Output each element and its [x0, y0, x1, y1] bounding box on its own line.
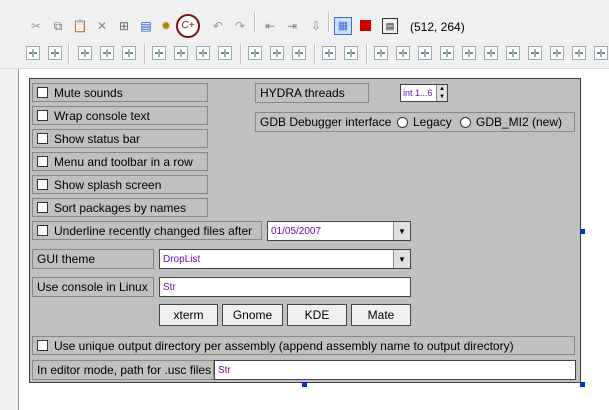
checkbox-box[interactable] — [37, 179, 48, 190]
paste-icon[interactable]: 📋 — [72, 18, 88, 34]
unique-output-checkbox[interactable]: Use unique output directory per assembly… — [32, 336, 575, 355]
console-linux-input[interactable]: Str — [159, 277, 411, 297]
resize-handle-corner[interactable] — [580, 382, 585, 387]
checkbox-box[interactable] — [37, 87, 48, 98]
usc-path-input[interactable]: Str — [214, 360, 576, 380]
size-icon[interactable] — [292, 46, 306, 60]
gnome-button[interactable]: Gnome — [222, 304, 283, 326]
align-icon[interactable] — [218, 46, 232, 60]
settings-icon[interactable]: ✹ — [158, 18, 174, 34]
spacing-icon[interactable] — [594, 46, 608, 60]
underline-date-combo[interactable]: 01/05/2007 ▼ — [267, 221, 411, 241]
spacing-icon[interactable] — [418, 46, 432, 60]
chevron-down-icon[interactable]: ▼ — [393, 222, 410, 240]
show-splash-checkbox[interactable]: Show splash screen — [32, 175, 208, 194]
spacing-icon[interactable] — [396, 46, 410, 60]
align-icon[interactable] — [122, 46, 136, 60]
sort-packages-checkbox[interactable]: Sort packages by names — [32, 198, 208, 217]
stop-icon[interactable] — [360, 20, 371, 31]
send-back-icon[interactable]: ⇩ — [308, 18, 324, 34]
new-layout-icon[interactable]: ▤ — [138, 18, 154, 34]
console-linux-label: Use console in Linux — [32, 277, 154, 297]
checkbox-box[interactable] — [37, 156, 48, 167]
cut-icon[interactable]: ✂ — [28, 18, 44, 34]
alignment-toolbar — [0, 40, 609, 69]
delete-icon[interactable]: ✕ — [94, 18, 110, 34]
copy-icon[interactable]: ⧉ — [50, 18, 66, 34]
checkbox-box[interactable] — [37, 225, 48, 236]
mute-sounds-checkbox[interactable]: Mute sounds — [32, 83, 208, 102]
checkbox-box[interactable] — [37, 110, 48, 121]
size-icon[interactable] — [248, 46, 262, 60]
find-icon[interactable]: ⊞ — [116, 18, 132, 34]
preview-icon[interactable]: ▤ — [382, 18, 398, 34]
align-icon[interactable] — [196, 46, 210, 60]
hydra-threads-label: HYDRA threads — [255, 83, 369, 103]
align-icon[interactable] — [152, 46, 166, 60]
align-right-icon[interactable]: ⇥ — [284, 18, 300, 34]
radio-circle[interactable] — [460, 116, 471, 128]
mate-button[interactable]: Mate — [351, 304, 411, 326]
center-icon[interactable] — [322, 46, 336, 60]
grid-icon[interactable]: ▦ — [334, 17, 352, 35]
gdb-mi2-radio[interactable]: GDB_MI2 (new) — [460, 114, 562, 130]
gdb-legacy-radio[interactable]: Legacy — [397, 114, 452, 130]
align-left-icon[interactable]: ⇤ — [262, 18, 278, 34]
align-icon[interactable] — [174, 46, 188, 60]
spacing-icon[interactable] — [506, 46, 520, 60]
wrap-console-checkbox[interactable]: Wrap console text — [32, 106, 208, 125]
radio-circle[interactable] — [397, 116, 408, 128]
menu-toolbar-row-checkbox[interactable]: Menu and toolbar in a row — [32, 152, 208, 171]
align-icon[interactable] — [100, 46, 114, 60]
cursor-coordinates: (512, 264) — [410, 20, 465, 34]
checkbox-box[interactable] — [37, 202, 48, 213]
align-icon[interactable] — [78, 46, 92, 60]
spacing-icon[interactable] — [374, 46, 388, 60]
align-icon[interactable] — [48, 46, 62, 60]
align-icon[interactable] — [26, 46, 40, 60]
checkbox-box[interactable] — [37, 340, 48, 351]
xterm-button[interactable]: xterm — [159, 304, 218, 326]
size-icon[interactable] — [270, 46, 284, 60]
spacing-icon[interactable] — [550, 46, 564, 60]
compile-icon[interactable]: C+ — [176, 14, 200, 38]
show-status-bar-checkbox[interactable]: Show status bar — [32, 129, 208, 148]
spacing-icon[interactable] — [484, 46, 498, 60]
redo-icon[interactable]: ↷ — [232, 18, 248, 34]
gui-theme-label: GUI theme — [32, 249, 154, 269]
main-toolbar: ✂ ⧉ 📋 ✕ ⊞ ▤ ✹ C+ ↶ ↷ ⇤ ⇥ ⇩ ▦ ▤ (512, 264… — [0, 0, 609, 41]
usc-path-label: In editor mode, path for .usc files — [32, 360, 214, 380]
kde-button[interactable]: KDE — [287, 304, 347, 326]
spacing-icon[interactable] — [528, 46, 542, 60]
checkbox-box[interactable] — [37, 133, 48, 144]
resize-handle-bottom[interactable] — [302, 382, 307, 387]
chevron-down-icon[interactable]: ▼ — [393, 250, 410, 268]
gui-theme-combo[interactable]: DropList ▼ — [159, 249, 411, 269]
options-panel[interactable]: Mute sounds Wrap console text Show statu… — [29, 78, 581, 383]
center-icon[interactable] — [344, 46, 358, 60]
hydra-threads-spinner[interactable]: int 1...6 ▲ ▼ — [400, 84, 448, 102]
underline-changed-checkbox[interactable]: Underline recently changed files after — [32, 221, 262, 240]
spinner-arrows-icon[interactable]: ▲ ▼ — [436, 85, 447, 101]
spacing-icon[interactable] — [462, 46, 476, 60]
undo-icon[interactable]: ↶ — [210, 18, 226, 34]
spacing-icon[interactable] — [572, 46, 586, 60]
spacing-icon[interactable] — [440, 46, 454, 60]
resize-handle-right[interactable] — [580, 229, 585, 234]
